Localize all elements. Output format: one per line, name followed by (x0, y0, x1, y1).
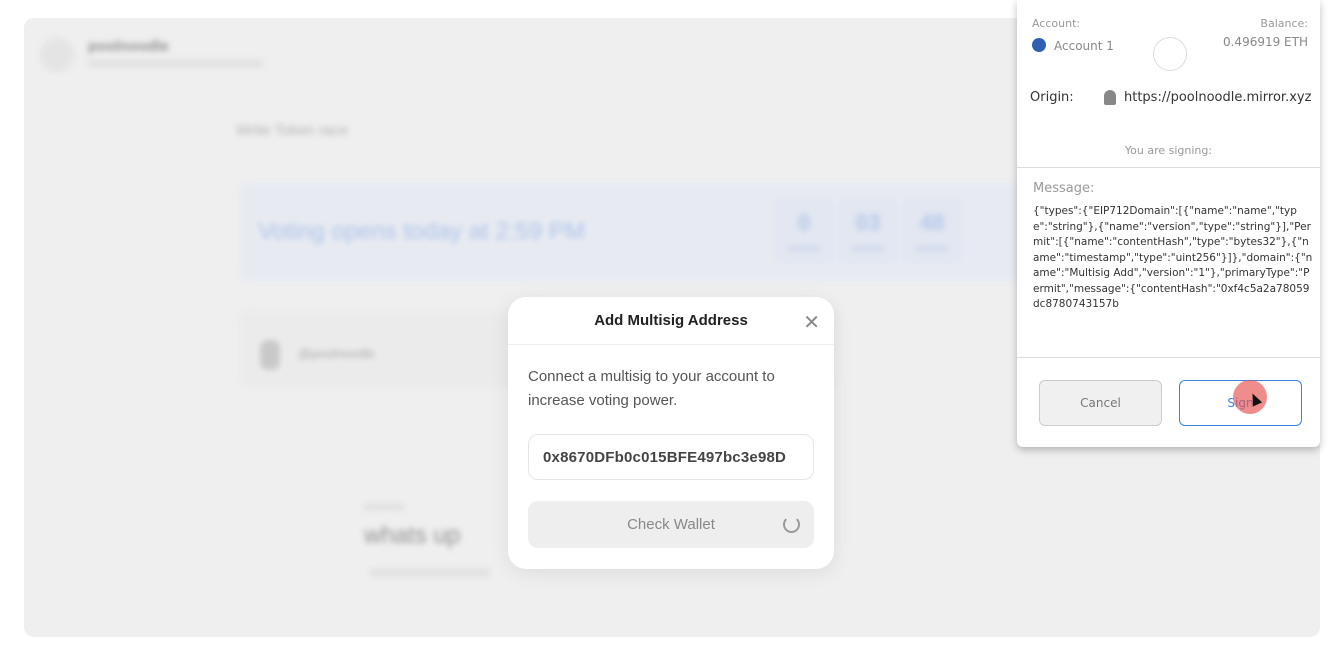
modal-description: Connect a multisig to your account to in… (528, 368, 775, 409)
multisig-address-input[interactable] (528, 434, 814, 480)
modal-title: Add Multisig Address (594, 312, 748, 329)
check-wallet-button[interactable]: Check Wallet (528, 501, 814, 548)
site-favicon-icon (1104, 90, 1116, 105)
origin-url: https://poolnoodle.mirror.xyz (1124, 90, 1312, 105)
account-name: Account 1 (1054, 39, 1114, 53)
cancel-button[interactable]: Cancel (1039, 380, 1162, 426)
loading-ring-icon (1153, 37, 1187, 71)
loading-spinner-icon (783, 516, 800, 533)
balance-value: 0.496919 ETH (1222, 35, 1308, 49)
signing-label: You are signing: (1124, 144, 1213, 157)
account-label: Account: (1032, 17, 1081, 30)
modal-header: Add Multisig Address ✕ (508, 297, 834, 345)
message-label: Message: (1033, 181, 1095, 196)
add-multisig-modal: Add Multisig Address ✕ Connect a multisi… (508, 297, 834, 569)
account-identicon-icon (1032, 38, 1046, 52)
origin-label: Origin: (1030, 90, 1074, 105)
message-content[interactable]: {"types":{"EIP712Domain":[{"name":"name"… (1033, 204, 1313, 356)
divider (1017, 357, 1320, 358)
wallet-signature-popup: Account: Balance: Account 1 0.496919 ETH… (1017, 0, 1320, 447)
balance-label: Balance: (1260, 17, 1308, 30)
divider (1017, 167, 1320, 168)
check-wallet-label: Check Wallet (627, 516, 715, 533)
close-icon[interactable]: ✕ (803, 310, 820, 335)
